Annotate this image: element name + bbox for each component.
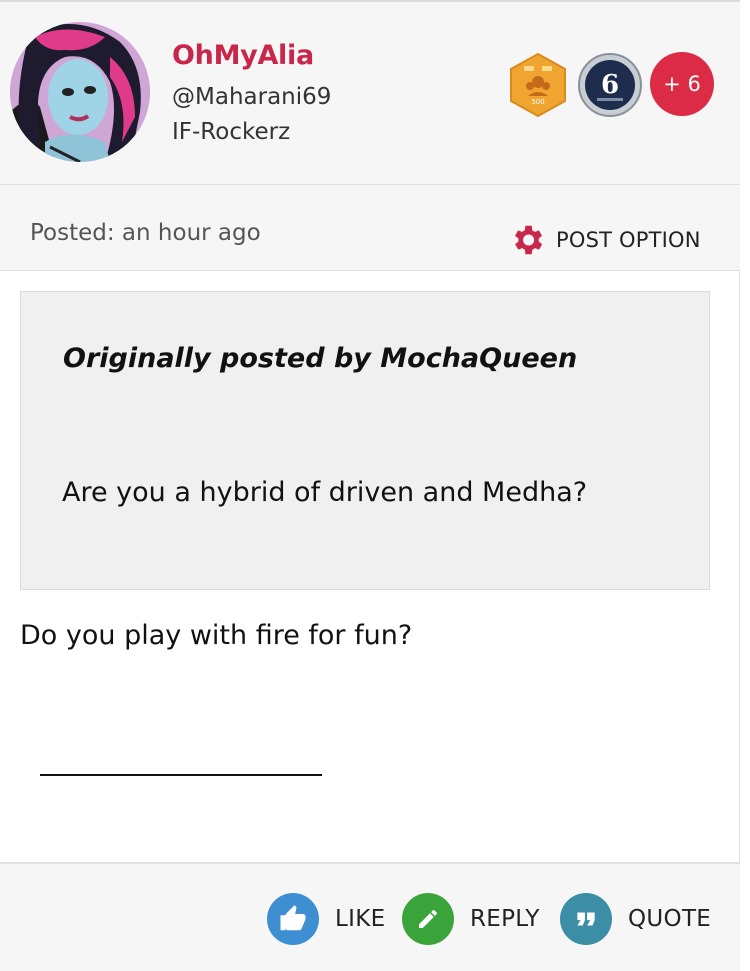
like-button[interactable]: LIKE [267, 893, 385, 945]
badge-number: 6 [601, 70, 619, 100]
gear-icon [514, 225, 543, 255]
like-label: LIKE [335, 906, 386, 932]
quote-author: Originally posted by MochaQueen [63, 343, 578, 374]
post-body-text: Do you play with fire for fun? [20, 620, 413, 651]
member-500-badge-icon[interactable]: 500 [508, 52, 568, 122]
post-option-button[interactable]: POST OPTION [508, 221, 701, 259]
post-option-label: POST OPTION [556, 228, 701, 252]
username[interactable]: OhMyAlia [172, 40, 314, 71]
quote-button[interactable]: QUOTE [560, 893, 711, 945]
signature-divider [40, 774, 322, 776]
user-handle: @Maharani69 [172, 84, 332, 110]
user-club: IF-Rockerz [172, 119, 291, 145]
badge-count: 500 [531, 98, 544, 106]
anniversary-6-badge-icon[interactable]: 6 [577, 52, 643, 122]
quote-text: Are you a hybrid of driven and Medha? [62, 477, 588, 508]
quote-block [20, 291, 710, 590]
reply-label: REPLY [470, 906, 540, 932]
thumbs-up-icon [267, 893, 319, 945]
pencil-icon [402, 893, 454, 945]
more-badges-button[interactable]: + 6 [650, 52, 714, 116]
post-timestamp: Posted: an hour ago [30, 220, 261, 246]
avatar[interactable] [10, 22, 150, 162]
quote-label: QUOTE [628, 906, 712, 932]
quote-marks-icon [560, 893, 612, 945]
reply-button[interactable]: REPLY [402, 893, 540, 945]
